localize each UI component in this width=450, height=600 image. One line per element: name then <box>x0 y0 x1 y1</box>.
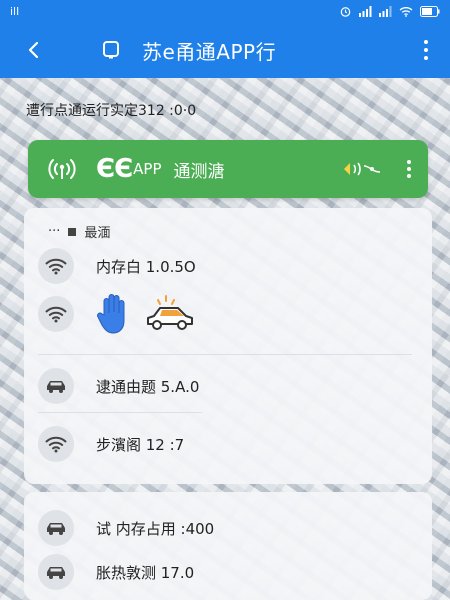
car-icon <box>147 295 193 330</box>
tablet-button[interactable] <box>96 35 126 65</box>
signal-strength-icon <box>344 162 381 176</box>
signal-icon <box>359 5 372 17</box>
tablet-icon <box>103 41 119 59</box>
banner-more-button[interactable] <box>404 156 414 182</box>
list-item-gesture[interactable] <box>38 294 196 334</box>
app-bar: 苏e甬通APP行 <box>0 22 450 78</box>
battery-icon <box>420 5 440 17</box>
divider <box>38 412 202 413</box>
banner-title: 通测溏 <box>173 161 225 182</box>
list-item-traffic[interactable]: 逮通由题 5.A.0 <box>38 366 199 406</box>
list-item-signal[interactable]: 步濱阁 12 :7 <box>38 424 184 464</box>
hand-icon <box>97 294 125 334</box>
more-vert-icon <box>407 160 411 164</box>
list-item-memory[interactable]: 内存白 1.0.5O <box>38 246 196 286</box>
antenna-icon <box>42 149 82 189</box>
memory-card: 试 内存占用 :400 胀热敦测 17.0 <box>24 492 432 600</box>
list-item-label: 步濱阁 12 :7 <box>96 435 185 454</box>
square-bullet-icon <box>68 227 77 236</box>
status-bar: ill <box>0 0 450 22</box>
more-menu-button[interactable] <box>414 32 438 68</box>
section-prefix: ··· <box>48 224 61 239</box>
status-left-text: ill <box>10 4 20 18</box>
page-title: 苏e甬通APP行 <box>142 39 277 64</box>
list-item-memory-usage[interactable]: 试 内存占用 :400 <box>38 508 214 548</box>
car-icon <box>38 554 74 590</box>
list-item-label: 内存白 1.0.5O <box>96 257 196 276</box>
section-header: ··· 最湎 <box>48 222 110 241</box>
list-item-label: 胀热敦测 17.0 <box>96 563 195 582</box>
wifi-icon <box>38 296 74 332</box>
list-item-label: 逮通由题 5.A.0 <box>96 377 200 396</box>
back-icon <box>28 41 39 59</box>
wifi-icon <box>399 6 413 17</box>
alarm-icon <box>340 6 351 17</box>
car-icon <box>38 510 74 546</box>
list-item-thermal[interactable]: 胀热敦测 17.0 <box>38 552 194 592</box>
status-card: ··· 最湎 内存白 1.0.5O 逮通由题 5.A.0 步濱阁 12:7 <box>24 208 432 484</box>
wifi-icon <box>38 426 74 462</box>
divider <box>38 354 412 355</box>
app-banner[interactable]: ЄЄ APP 通测溏 <box>28 140 428 198</box>
banner-logo: ЄЄ <box>96 154 133 184</box>
wifi-icon <box>38 248 74 284</box>
signal-icon-2 <box>379 5 392 17</box>
banner-app-label: APP <box>133 160 162 178</box>
car-icon <box>38 368 74 404</box>
section-title: 最湎 <box>84 226 111 241</box>
list-item-label: 试 内存占用 :400 <box>96 519 215 538</box>
info-line: 遭行点通运行实定312 :0·0 <box>26 103 197 119</box>
back-button[interactable] <box>16 32 52 68</box>
more-vert-icon <box>424 40 428 44</box>
